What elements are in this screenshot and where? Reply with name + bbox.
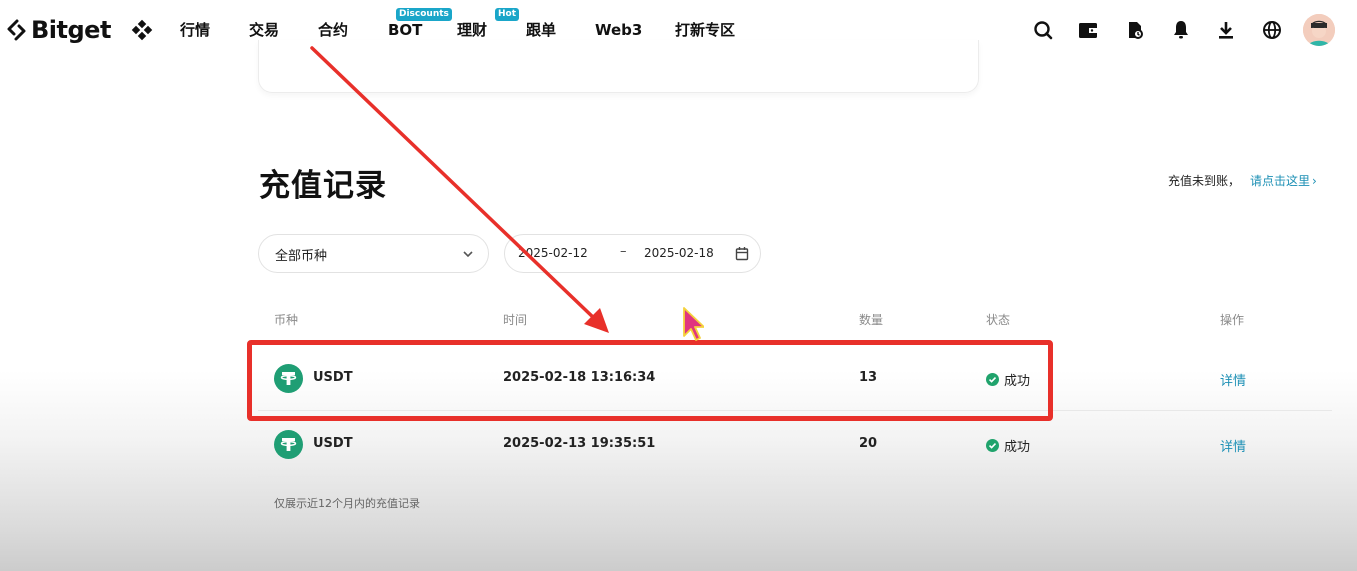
bell-icon[interactable]: [1169, 18, 1193, 42]
nav-item-bot[interactable]: BOT: [388, 19, 422, 41]
deposit-time: 2025-02-18 13:16:34: [503, 370, 656, 385]
nav-item-trade[interactable]: 交易: [249, 19, 279, 41]
records-footnote: 仅展示近12个月内的充值记录: [274, 497, 420, 510]
notice-link[interactable]: 请点击这里: [1250, 174, 1310, 188]
download-icon[interactable]: [1214, 18, 1238, 42]
usdt-icon: [274, 364, 303, 393]
nav-item-futures[interactable]: 合约: [318, 19, 348, 41]
bitget-logo[interactable]: Bitget: [6, 14, 111, 46]
success-check-icon: [986, 439, 999, 452]
globe-icon[interactable]: [1260, 18, 1284, 42]
bitget-mark-icon: [7, 19, 26, 41]
nav-item-copy-trade[interactable]: 跟单: [526, 19, 556, 41]
nav-item-web3[interactable]: Web3: [595, 19, 642, 41]
status-text: 成功: [1004, 440, 1031, 455]
date-start[interactable]: 2025-02-12: [518, 246, 588, 260]
mouse-cursor-icon: [683, 307, 704, 341]
deposit-time: 2025-02-13 19:35:51: [503, 436, 656, 451]
detail-link[interactable]: 详情: [1220, 436, 1246, 455]
calendar-icon[interactable]: [735, 246, 749, 261]
success-check-icon: [986, 373, 999, 386]
coin-select[interactable]: 全部币种: [258, 234, 489, 273]
coin-select-value: 全部币种: [275, 249, 328, 264]
wallet-icon[interactable]: [1076, 18, 1100, 42]
header-amount: 数量: [859, 313, 884, 327]
date-end[interactable]: 2025-02-18: [644, 246, 714, 260]
page-title: 充值记录: [259, 168, 387, 204]
detail-link[interactable]: 详情: [1220, 370, 1246, 389]
coin-name: USDT: [313, 370, 353, 385]
brand-name: Bitget: [31, 16, 111, 44]
orders-icon[interactable]: [1123, 18, 1147, 42]
table-row: USDT 2025-02-13 19:35:51 20 成功 详情: [258, 411, 1332, 477]
coin-name: USDT: [313, 436, 353, 451]
chevron-down-icon: [463, 251, 473, 258]
header-time: 时间: [503, 313, 528, 327]
header-status: 状态: [986, 313, 1011, 327]
notice-text: 充值未到账，: [1168, 174, 1241, 188]
header-coin: 币种: [274, 313, 299, 327]
earn-hot-badge: Hot: [495, 8, 520, 21]
user-avatar[interactable]: [1303, 14, 1335, 46]
status-text: 成功: [1004, 374, 1031, 389]
deposit-amount: 13: [859, 370, 878, 385]
avatar-face-icon: [1303, 14, 1335, 46]
nav-item-markets[interactable]: 行情: [180, 19, 210, 41]
date-range-picker[interactable]: 2025-02-12 – 2025-02-18: [504, 234, 761, 273]
date-separator: –: [620, 244, 627, 259]
chevron-right-icon[interactable]: ›: [1312, 174, 1317, 188]
usdt-icon: [274, 430, 303, 459]
deposit-amount: 20: [859, 436, 878, 451]
nav-item-launchpad[interactable]: 打新专区: [675, 19, 735, 41]
header-action: 操作: [1220, 313, 1245, 327]
nav-item-earn[interactable]: 理财: [457, 19, 487, 41]
previous-section-card: [258, 40, 979, 93]
table-row: USDT 2025-02-18 13:16:34 13 成功 详情: [258, 345, 1332, 411]
search-icon[interactable]: [1031, 18, 1055, 42]
deposit-notice: 充值未到账， 请点击这里 ›: [1168, 172, 1317, 189]
apps-grid-icon[interactable]: [131, 19, 153, 41]
